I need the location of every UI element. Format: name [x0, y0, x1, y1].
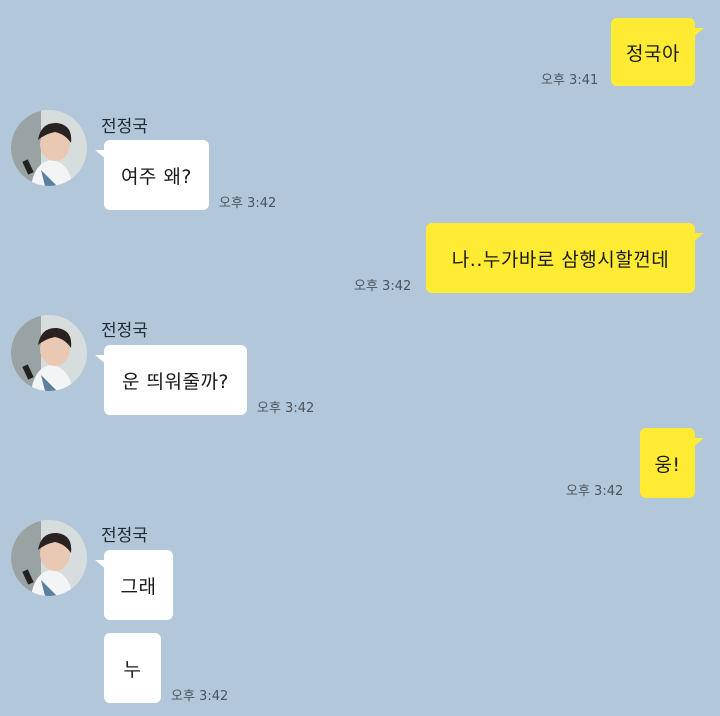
- sender-avatar[interactable]: [11, 315, 87, 391]
- other-message-bubble[interactable]: 그래: [95, 550, 173, 620]
- other-message-bubble[interactable]: 운 띄워줄까?: [95, 345, 247, 415]
- message-time: 오후 3:41: [541, 73, 599, 88]
- avatar-photo-icon: [11, 520, 87, 596]
- my-message-bubble[interactable]: 정국아: [611, 18, 704, 86]
- message-time: 오후 3:42: [354, 279, 412, 294]
- sender-name: 전정국: [101, 117, 148, 137]
- message-time: 오후 3:42: [219, 196, 277, 211]
- sender-avatar[interactable]: [11, 110, 87, 186]
- message-time: 오후 3:42: [171, 689, 229, 704]
- message-time: 오후 3:42: [566, 484, 624, 499]
- sender-name: 전정국: [101, 321, 148, 341]
- avatar-photo-icon: [11, 315, 87, 391]
- sender-avatar[interactable]: [11, 520, 87, 596]
- other-message-bubble[interactable]: 여주 왜?: [95, 140, 209, 210]
- my-message-bubble[interactable]: 나..누가바로 삼행시할껀데: [426, 223, 704, 293]
- avatar-photo-icon: [11, 110, 87, 186]
- chat-room: 오후 3:41 정국아 전정국 여주 왜? 오후 3:42 오후 3:42 나.…: [0, 0, 720, 716]
- other-message-bubble[interactable]: 누: [104, 633, 161, 703]
- message-time: 오후 3:42: [257, 401, 315, 416]
- my-message-bubble[interactable]: 웅!: [640, 428, 704, 498]
- sender-name: 전정국: [101, 526, 148, 546]
